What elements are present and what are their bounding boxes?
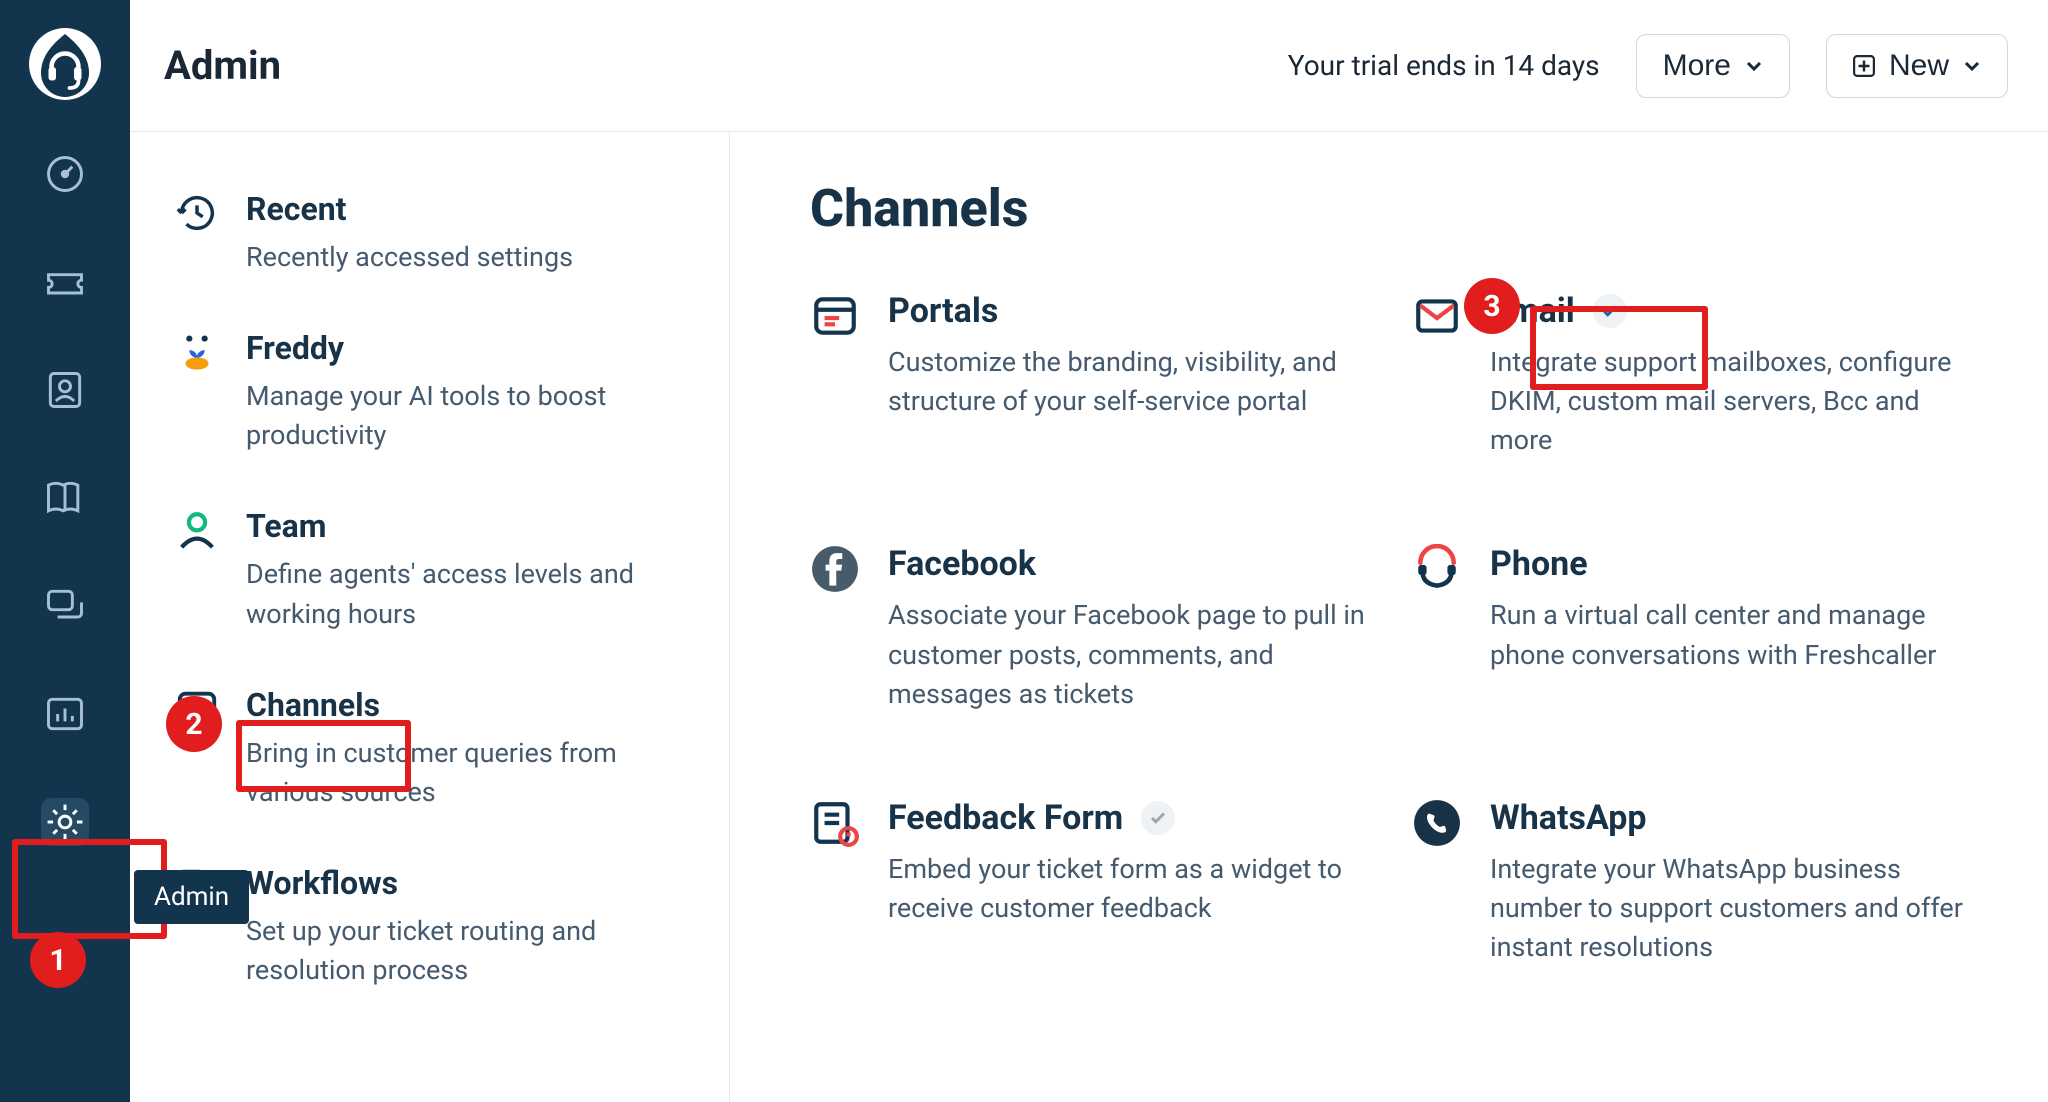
card-title: Portals [888, 291, 1370, 331]
app-root: Admin Your trial ends in 14 days More Ne… [0, 0, 2048, 1102]
headset-droplet-icon [29, 28, 101, 100]
channels-grid: Portals Customize the branding, visibili… [810, 291, 1984, 967]
card-desc: Run a virtual call center and manage pho… [1490, 596, 1972, 674]
sidebar-item-workflows[interactable]: Workflows Set up your ticket routing and… [174, 846, 685, 1024]
sidebar-item-title: Recent [246, 190, 573, 228]
sidebar-item-channels[interactable]: Channels Bring in customer queries from … [174, 668, 685, 846]
chevron-down-icon [1745, 57, 1763, 75]
check-icon [1601, 302, 1619, 320]
chats-icon [43, 584, 87, 628]
card-title: Phone [1490, 544, 1972, 584]
content-area: Admin Your trial ends in 14 days More Ne… [130, 0, 2048, 1102]
facebook-icon [810, 544, 860, 594]
nav-contacts[interactable] [41, 366, 89, 414]
gauge-icon [43, 152, 87, 196]
more-button[interactable]: More [1636, 34, 1790, 98]
freddy-icon [174, 329, 220, 375]
card-title: Facebook [888, 544, 1370, 584]
nav-solutions[interactable] [41, 474, 89, 522]
channels-icon [174, 686, 220, 732]
brand-logo[interactable] [29, 28, 101, 100]
new-button[interactable]: New [1826, 34, 2008, 98]
feedback-form-icon [810, 798, 860, 848]
card-title: Email [1490, 291, 1575, 331]
main-heading: Channels [810, 178, 1984, 239]
nav-social[interactable] [41, 582, 89, 630]
verified-chip [1593, 294, 1627, 328]
nav-tickets[interactable] [41, 258, 89, 306]
sidebar-item-title: Freddy [246, 329, 685, 367]
trial-banner: Your trial ends in 14 days [1288, 49, 1600, 82]
team-icon [174, 507, 220, 553]
workflows-icon [174, 864, 220, 910]
sidebar-item-title: Workflows [246, 864, 685, 902]
card-title: WhatsApp [1490, 798, 1972, 838]
sidebar-item-title: Channels [246, 686, 685, 724]
new-button-label: New [1889, 49, 1949, 83]
card-whatsapp[interactable]: WhatsApp Integrate your WhatsApp busines… [1412, 798, 1972, 967]
sidebar-item-desc: Manage your AI tools to boost productivi… [246, 377, 685, 455]
plus-box-icon [1853, 55, 1875, 77]
sidebar-item-desc: Define agents' access levels and working… [246, 555, 685, 633]
sidebar-item-desc: Bring in customer queries from various s… [246, 734, 685, 812]
card-desc: Integrate your WhatsApp business number … [1490, 850, 1972, 967]
email-icon [1412, 291, 1462, 341]
ticket-icon [43, 260, 87, 304]
sidebar-item-title: Team [246, 507, 685, 545]
sidebar-item-team[interactable]: Team Define agents' access levels and wo… [174, 489, 685, 667]
card-portals[interactable]: Portals Customize the branding, visibili… [810, 291, 1370, 460]
nav-admin[interactable] [41, 798, 89, 846]
main-panel: Channels Portals Customize the branding,… [730, 132, 2048, 1102]
page-title: Admin [164, 42, 281, 89]
topbar: Admin Your trial ends in 14 days More Ne… [130, 0, 2048, 132]
user-card-icon [43, 368, 87, 412]
nav-analytics[interactable] [41, 690, 89, 738]
card-email[interactable]: Email Integrate support mailboxes, confi… [1412, 291, 1972, 460]
book-icon [43, 476, 87, 520]
card-desc: Customize the branding, visibility, and … [888, 343, 1370, 421]
portals-icon [810, 291, 860, 341]
sidebar-item-freddy[interactable]: Freddy Manage your AI tools to boost pro… [174, 311, 685, 489]
sidebar-item-desc: Recently accessed settings [246, 238, 573, 277]
phone-icon [1412, 544, 1462, 594]
settings-sidebar: Recent Recently accessed settings Freddy… [130, 132, 730, 1102]
chart-icon [43, 692, 87, 736]
card-desc: Associate your Facebook page to pull in … [888, 596, 1370, 713]
sidebar-item-desc: Set up your ticket routing and resolutio… [246, 912, 685, 990]
sidebar-item-recent[interactable]: Recent Recently accessed settings [174, 172, 685, 311]
nav-dashboard[interactable] [41, 150, 89, 198]
check-icon [1149, 809, 1167, 827]
card-feedback-form[interactable]: Feedback Form Embed your ticket form as … [810, 798, 1370, 967]
nav-rail [0, 0, 130, 1102]
card-facebook[interactable]: Facebook Associate your Facebook page to… [810, 544, 1370, 713]
whatsapp-icon [1412, 798, 1462, 848]
body: Recent Recently accessed settings Freddy… [130, 132, 2048, 1102]
gear-icon [43, 800, 87, 844]
verified-chip [1141, 801, 1175, 835]
chevron-down-icon [1963, 57, 1981, 75]
topbar-right: Your trial ends in 14 days More New [1288, 34, 2008, 98]
more-button-label: More [1663, 49, 1731, 83]
card-desc: Integrate support mailboxes, configure D… [1490, 343, 1972, 460]
card-title: Feedback Form [888, 798, 1123, 838]
card-phone[interactable]: Phone Run a virtual call center and mana… [1412, 544, 1972, 713]
card-desc: Embed your ticket form as a widget to re… [888, 850, 1370, 928]
history-icon [174, 190, 220, 236]
